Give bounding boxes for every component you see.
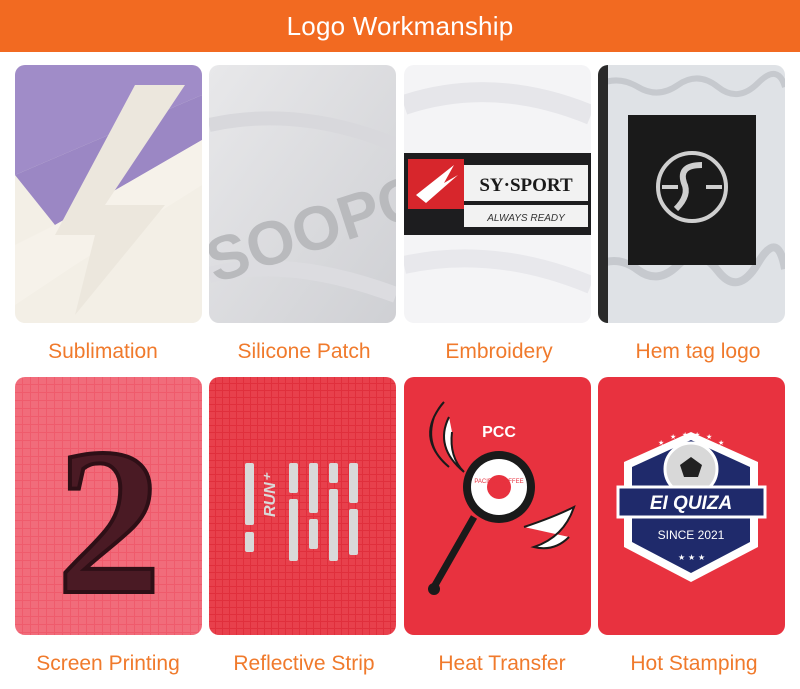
title-banner: Logo Workmanship [0, 0, 800, 52]
caption-screen-printing: Screen Printing [36, 652, 180, 675]
svg-text:★: ★ [682, 431, 688, 439]
reflective-logo-text: RUN⁺ [262, 472, 279, 517]
silicone-patch-image: SOOPC [209, 65, 396, 323]
caption-embroidery: Embroidery [445, 340, 553, 363]
caption-reflective-strip: Reflective Strip [233, 652, 375, 675]
heat-transfer-ring-text: PACIFIC COFFEE [474, 479, 523, 485]
svg-text:★: ★ [658, 439, 664, 447]
embroidery-tagline: ALWAYS READY [486, 213, 566, 224]
caption-hot-stamping: Hot Stamping [630, 652, 758, 675]
caption-silicone-patch: Silicone Patch [237, 340, 371, 363]
heat-transfer-image: PCC PACIFIC COFFEE [404, 377, 591, 635]
svg-text:★: ★ [694, 431, 700, 439]
svg-text:★: ★ [670, 433, 676, 441]
screen-printing-image: 2 [15, 377, 202, 635]
svg-text:★: ★ [678, 553, 685, 562]
hot-stamping-logo-text: EI QUIZA [650, 493, 732, 514]
svg-text:★: ★ [698, 553, 705, 562]
caption-heat-transfer: Heat Transfer [438, 652, 566, 675]
screen-print-number: 2 [57, 406, 162, 635]
hot-stamping-image: EI QUIZA SINCE 2021 ★ ★ ★ ★ ★ ★ ★ ★ ★ [598, 377, 785, 635]
page-title: Logo Workmanship [286, 10, 514, 41]
svg-text:★: ★ [688, 553, 695, 562]
hem-tag-image [598, 65, 785, 323]
svg-text:★: ★ [706, 433, 712, 441]
sublimation-image [15, 65, 202, 323]
heat-transfer-logo-text: PCC [482, 424, 516, 441]
reflective-strip-image: RUN⁺ [209, 377, 396, 635]
hot-stamping-since-text: SINCE 2021 [658, 528, 725, 542]
caption-sublimation: Sublimation [48, 340, 158, 363]
svg-text:★: ★ [718, 439, 724, 447]
embroidery-image: SY·SPORT ALWAYS READY [404, 65, 591, 323]
caption-hem-tag-logo: Hem tag logo [635, 340, 761, 363]
embroidery-logo-text: SY·SPORT [479, 175, 573, 196]
